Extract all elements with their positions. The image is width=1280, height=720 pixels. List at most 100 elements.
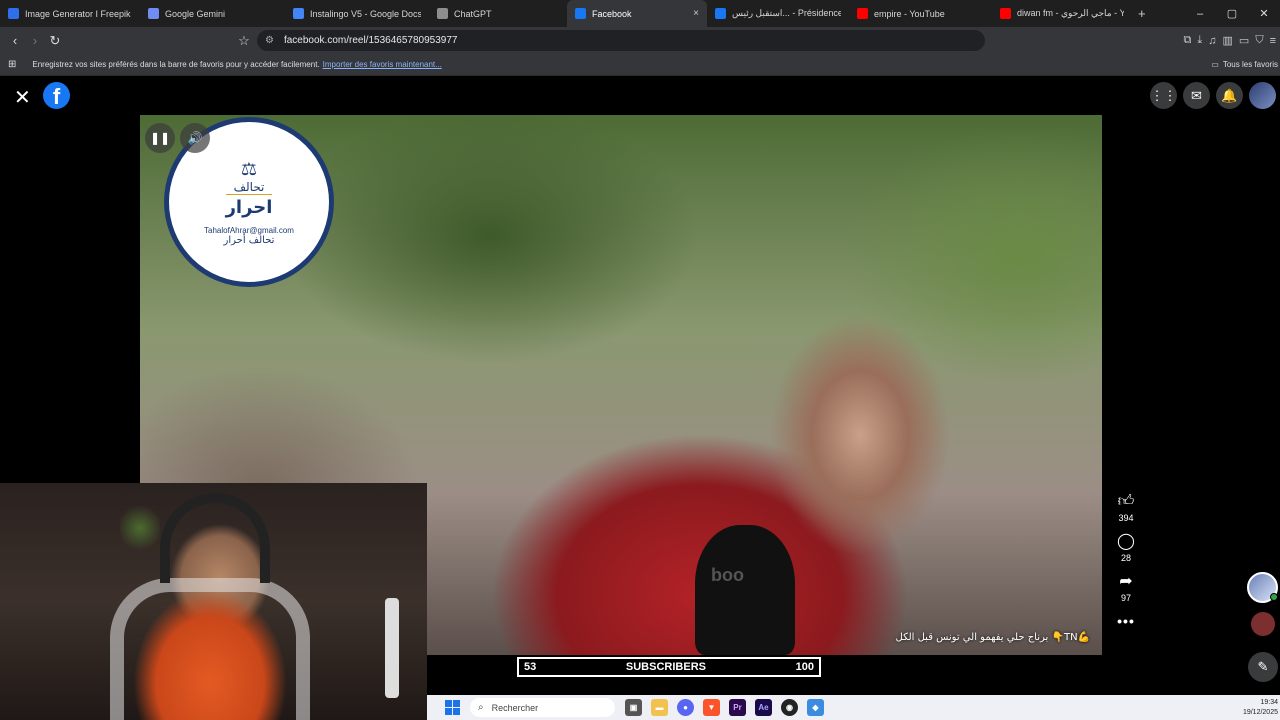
- browser-tab[interactable]: Facebook ×: [567, 0, 707, 27]
- notifications-bell-icon[interactable]: 🔔: [1216, 82, 1243, 109]
- subscriber-goal: 100: [795, 661, 814, 673]
- more-options-icon[interactable]: •••: [1117, 613, 1135, 629]
- tab-title: empire - YouTube: [874, 8, 945, 19]
- extensions-icon[interactable]: ⧉: [1184, 34, 1192, 47]
- share-icon: ➦: [1119, 573, 1133, 590]
- microphone: boo: [695, 525, 795, 655]
- streamer-webcam: [0, 483, 427, 720]
- windows-start-icon[interactable]: [445, 700, 460, 715]
- tab-title: diwan fm - ماجي الرحوي - YouTube: [1017, 8, 1124, 18]
- tab-title: Google Gemini: [165, 8, 226, 19]
- like-count: 394: [1118, 513, 1134, 523]
- tab-favicon-icon: [575, 8, 586, 19]
- back-button[interactable]: ‹: [5, 33, 25, 48]
- wallet-icon[interactable]: ▭: [1239, 34, 1249, 47]
- taskbar-apps: ▣ ▬ ● ▼ Pr Ae ◉ ◆: [625, 699, 824, 716]
- premiere-pro-icon[interactable]: Pr: [729, 699, 746, 716]
- shield-icon[interactable]: ⛉: [1255, 34, 1263, 47]
- obs-icon[interactable]: ◉: [781, 699, 798, 716]
- comment-count: 28: [1120, 553, 1131, 563]
- like-button[interactable]: 👍︎ 394: [1118, 493, 1135, 523]
- browser-tab-strip: Image Generator I Freepik AI Google Gemin…: [0, 0, 1280, 27]
- reload-button[interactable]: ↻: [45, 33, 65, 49]
- search-icon: ⌕: [478, 702, 484, 713]
- subscriber-goal-bar: 53 SUBSCRIBERS 100: [517, 657, 821, 677]
- url-text: facebook.com/reel/1536465780953977: [283, 35, 458, 46]
- thumbs-up-icon: 👍︎: [1117, 493, 1135, 510]
- facebook-header-actions: ⋮⋮ ✉ 🔔: [1150, 82, 1276, 109]
- microphone-brand: boo: [711, 565, 744, 585]
- tab-title: Instalingo V5 - Google Docs: [310, 8, 421, 19]
- after-effects-icon[interactable]: Ae: [755, 699, 772, 716]
- media-icon[interactable]: ♫: [1208, 35, 1216, 47]
- windows-taskbar: ⌕ Rechercher ▣ ▬ ● ▼ Pr Ae ◉ ◆ 19:34 19/…: [427, 695, 1280, 720]
- all-bookmarks-label: Tous les favoris: [1222, 60, 1278, 69]
- facebook-reel-header: ✕ f ⋮⋮ ✉ 🔔: [0, 77, 1280, 115]
- forward-button[interactable]: ›: [25, 33, 45, 48]
- menu-grid-icon[interactable]: ⋮⋮: [1150, 82, 1177, 109]
- bookmark-star-icon[interactable]: ☆: [234, 33, 254, 49]
- headset: [160, 493, 270, 583]
- facebook-logo-icon[interactable]: f: [43, 82, 70, 109]
- file-explorer-icon[interactable]: ▬: [651, 699, 668, 716]
- compose-message-icon[interactable]: ✎: [1248, 652, 1278, 682]
- minimize-button[interactable]: –: [1184, 8, 1216, 20]
- brave-browser-icon[interactable]: ▼: [703, 699, 720, 716]
- sidebar-icon[interactable]: ▥: [1223, 34, 1233, 47]
- folder-icon: ▭: [1211, 60, 1219, 69]
- subscriber-label: SUBSCRIBERS: [625, 661, 706, 673]
- tab-title: Facebook: [592, 8, 632, 19]
- contact-avatar[interactable]: [1251, 612, 1275, 636]
- browser-tab[interactable]: Instalingo V5 - Google Docs: [285, 0, 429, 27]
- close-tab-icon[interactable]: ×: [687, 8, 699, 19]
- reel-action-bar: 👍︎ 394 ◯ 28 ➦ 97 •••: [1112, 493, 1140, 639]
- plant: [120, 503, 160, 553]
- import-bookmarks-link[interactable]: Importer des favoris maintenant...: [323, 60, 442, 69]
- maximize-button[interactable]: ▢: [1216, 7, 1248, 20]
- browser-tab[interactable]: Google Gemini: [140, 0, 285, 27]
- taskbar-clock[interactable]: 19:34 19/12/2025: [1243, 698, 1278, 718]
- browser-tab[interactable]: diwan fm - ماجي الرحوي - YouTube: [992, 0, 1132, 27]
- bookmarks-prompt: Enregistrez vos sites préférés dans la b…: [32, 60, 320, 69]
- download-icon[interactable]: ⤓: [1197, 34, 1202, 47]
- clock-date: 19/12/2025: [1242, 709, 1278, 716]
- discord-icon[interactable]: ●: [677, 699, 694, 716]
- close-reel-icon[interactable]: ✕: [14, 85, 31, 110]
- site-info-icon[interactable]: ⚙: [265, 35, 274, 46]
- browser-tab[interactable]: Image Generator I Freepik AI: [0, 0, 140, 27]
- tab-favicon-icon: [148, 8, 159, 19]
- gavel-icon: ⚖: [240, 158, 258, 179]
- logo-text-top: تحالف: [233, 179, 265, 194]
- contact-avatar[interactable]: [1247, 572, 1278, 603]
- menu-icon[interactable]: ≡: [1270, 35, 1276, 47]
- tab-favicon-icon: [293, 8, 304, 19]
- taskbar-search-placeholder: Rechercher: [491, 702, 539, 713]
- tab-favicon-icon: [8, 8, 19, 19]
- browser-tab[interactable]: استقبل رئيس... - Présidence Tunisie: [707, 0, 849, 27]
- pause-icon[interactable]: ❚❚: [145, 123, 175, 153]
- volume-icon[interactable]: 🔊: [180, 123, 210, 153]
- taskbar-search[interactable]: ⌕ Rechercher: [470, 698, 615, 717]
- close-window-button[interactable]: ✕: [1248, 7, 1280, 20]
- tab-favicon-icon: [1000, 8, 1011, 19]
- task-view-icon[interactable]: ▣: [625, 699, 642, 716]
- comment-button[interactable]: ◯ 28: [1117, 533, 1135, 563]
- profile-avatar[interactable]: [1249, 82, 1276, 109]
- share-button[interactable]: ➦ 97: [1119, 573, 1132, 603]
- app-icon[interactable]: ◆: [807, 699, 824, 716]
- gaming-chair: [110, 578, 310, 720]
- url-bar[interactable]: ⚙ facebook.com/reel/1536465780953977: [257, 30, 985, 51]
- all-bookmarks-button[interactable]: ▭ Tous les favoris: [1211, 60, 1278, 69]
- browser-tab[interactable]: ChatGPT: [429, 0, 567, 27]
- tab-title: استقبل رئيس... - Présidence Tunisie: [732, 8, 841, 18]
- reel-caption: برناج حلي يفهمو الي تونس قبل الكل 👇TN💪: [895, 632, 1091, 643]
- address-toolbar: ‹ › ↻ ☆ ⚙ facebook.com/reel/153646578095…: [0, 27, 1280, 54]
- apps-grid-icon[interactable]: ⊞: [8, 59, 16, 70]
- browser-tab[interactable]: empire - YouTube: [849, 0, 992, 27]
- tab-favicon-icon: [715, 8, 726, 19]
- logo-text-main: احرار: [225, 193, 273, 218]
- online-status-icon: [1270, 593, 1278, 601]
- logo-text-bottom: تحالف أحرار: [223, 234, 275, 246]
- messenger-icon[interactable]: ✉: [1183, 82, 1210, 109]
- new-tab-button[interactable]: +: [1138, 6, 1146, 21]
